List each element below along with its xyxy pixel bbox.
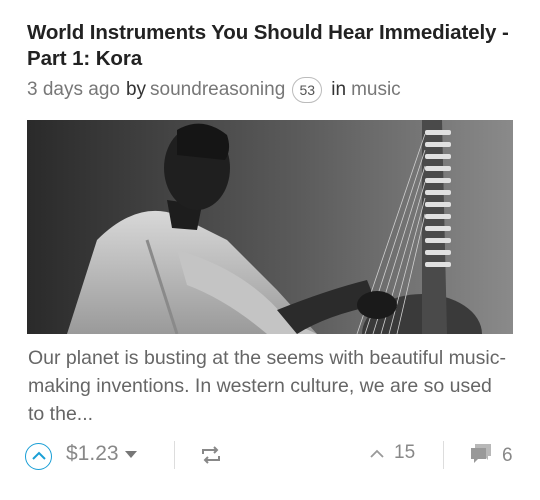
author-reputation-badge: 53 <box>292 77 323 103</box>
payout-value: $1.23 <box>66 442 119 465</box>
post-footer: $1.23 15 6 <box>0 436 540 474</box>
payout-dropdown[interactable]: $1.23 <box>66 442 137 466</box>
category-link[interactable]: music <box>351 79 401 101</box>
comments-button[interactable]: 6 <box>469 442 513 470</box>
chevron-up-icon <box>370 442 384 464</box>
reblog-button[interactable] <box>200 445 222 470</box>
post-title-line-1[interactable]: World Instruments You Should Hear Immedi… <box>27 20 517 46</box>
divider <box>174 441 175 469</box>
post-thumbnail[interactable] <box>27 120 513 334</box>
votes-count: 15 <box>394 442 416 463</box>
caret-down-icon <box>124 450 137 458</box>
voters-button[interactable]: 15 <box>370 442 415 464</box>
divider <box>443 441 444 469</box>
chevron-up-circle-icon <box>31 448 46 466</box>
reblog-icon <box>200 446 222 469</box>
comments-count: 6 <box>502 445 513 466</box>
post-summary-card: World Instruments You Should Hear Immedi… <box>0 0 540 500</box>
by-label: by <box>125 79 147 100</box>
post-time[interactable]: 3 days ago <box>27 79 120 101</box>
author-link[interactable]: soundreasoning <box>150 79 285 101</box>
post-title[interactable]: World Instruments You Should Hear Immedi… <box>27 20 517 72</box>
post-title-line-2[interactable]: Part 1: Kora <box>27 46 517 72</box>
comment-bubble-icon <box>469 442 493 470</box>
in-label: in <box>331 79 347 100</box>
post-meta: 3 days ago by soundreasoning 53 in music <box>27 76 401 104</box>
post-excerpt[interactable]: Our planet is busting at the seems with … <box>28 344 508 428</box>
upvote-button[interactable] <box>25 443 52 470</box>
